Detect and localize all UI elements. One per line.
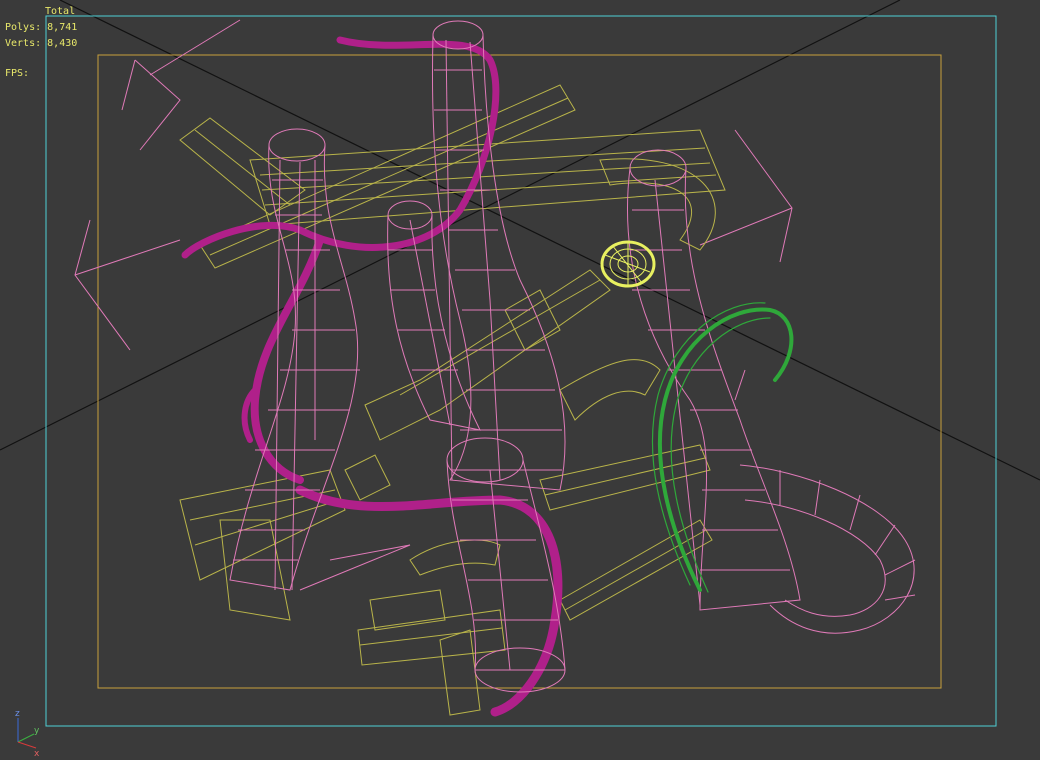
verts-value: 8,430 <box>47 38 78 49</box>
polys-value: 8,741 <box>47 22 78 33</box>
render-frame <box>97 54 942 689</box>
perspective-viewport[interactable]: z y x Total Polys: 8,741 Verts: 8,430 FP… <box>0 0 1040 760</box>
verts-row: Verts: 8,430 <box>5 36 77 52</box>
home-grid-lines <box>0 0 1040 481</box>
wireframe-scene[interactable]: z y x <box>0 0 1040 760</box>
axis-y-label: y <box>34 726 40 736</box>
axis-x-label: x <box>34 749 40 759</box>
verts-label: Verts: <box>5 38 42 49</box>
pink-trunks <box>229 20 916 693</box>
stats-header: Total <box>45 6 76 17</box>
axis-z-label: z <box>15 709 20 719</box>
polys-label: Polys: <box>5 22 42 33</box>
yellow-beams <box>179 84 726 716</box>
polys-row: Polys: 8,741 <box>5 20 77 36</box>
viewport-statistics: Total Polys: 8,741 Verts: 8,430 FPS: <box>5 4 77 82</box>
axis-tripod-icon: z y x <box>15 709 40 759</box>
fps-row: FPS: <box>5 66 77 82</box>
fps-label: FPS: <box>5 68 30 79</box>
lime-disc <box>600 240 656 288</box>
